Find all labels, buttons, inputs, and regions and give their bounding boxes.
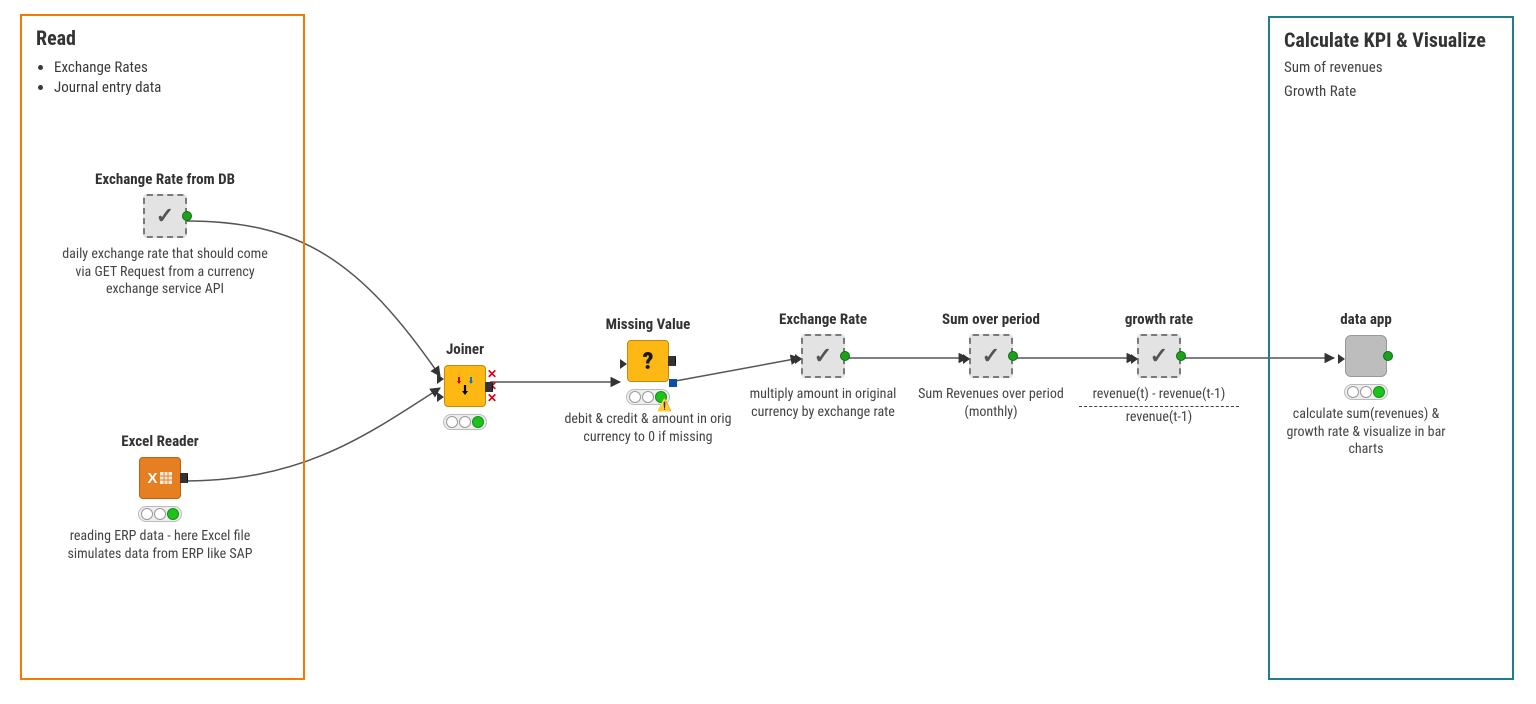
traffic-light <box>138 506 182 522</box>
annotation-read-title: Read <box>36 26 289 50</box>
node-description: Sum Revenues over period (monthly) <box>906 386 1076 421</box>
node-title: Exchange Rate <box>779 310 867 328</box>
output-port[interactable] <box>1176 351 1186 361</box>
metanode-icon: ✓ <box>1137 334 1181 378</box>
output-port[interactable] <box>1008 351 1018 361</box>
merge-arrows-icon <box>452 373 478 399</box>
missing-value-icon: ? <box>627 340 669 382</box>
excel-reader-icon: X <box>139 457 181 499</box>
growth-denominator: revenue(t-1) <box>1079 409 1239 427</box>
node-description: reading ERP data - here Excel file simul… <box>60 528 260 563</box>
node-exchange-rate-from-db[interactable]: Exchange Rate from DB ✓ daily exchange r… <box>60 170 270 299</box>
node-excel-reader[interactable]: Excel Reader X reading ERP data - here E… <box>60 432 260 563</box>
annotation-kpi-sub2: Growth Rate <box>1284 82 1498 100</box>
metanode-icon: ✓ <box>969 334 1013 378</box>
annotation-read[interactable]: Read Exchange Rates Journal entry data <box>20 14 305 680</box>
check-icon: ✓ <box>1150 344 1168 369</box>
question-mark-icon: ? <box>642 347 653 375</box>
input-port[interactable] <box>1338 354 1345 364</box>
node-description: debit & credit & amount in orig currency… <box>548 411 748 446</box>
node-title: Joiner <box>446 340 484 358</box>
output-port[interactable] <box>668 356 676 366</box>
node-title: Sum over period <box>942 310 1040 328</box>
growth-numerator: revenue(t) - revenue(t-1) <box>1079 386 1239 404</box>
traffic-light <box>1344 384 1388 400</box>
node-title: growth rate <box>1125 310 1193 328</box>
unconnected-port-icon: ✕ <box>487 370 497 378</box>
node-title: data app <box>1340 310 1392 328</box>
node-growth-rate[interactable]: growth rate ✓ revenue(t) - revenue(t-1) … <box>1064 310 1254 426</box>
annotation-read-bullet: Exchange Rates <box>54 58 289 76</box>
flow-variable-port-icon <box>669 379 677 387</box>
annotation-kpi-title: Calculate KPI & Visualize <box>1284 28 1498 52</box>
input-port[interactable] <box>963 354 970 364</box>
input-port[interactable] <box>620 359 627 369</box>
node-description: daily exchange rate that should come via… <box>60 246 270 299</box>
metanode-icon: ✓ <box>801 334 845 378</box>
node-sum-over-period[interactable]: Sum over period ✓ Sum Revenues over peri… <box>906 310 1076 421</box>
workflow-canvas[interactable]: Read Exchange Rates Journal entry data C… <box>0 0 1536 704</box>
node-title: Excel Reader <box>121 432 198 450</box>
fraction-divider <box>1079 406 1239 407</box>
check-icon: ✓ <box>982 344 1000 369</box>
node-title: Missing Value <box>606 315 691 333</box>
unconnected-port-icon: ✕ <box>487 394 497 402</box>
input-port[interactable] <box>437 374 444 384</box>
output-port[interactable] <box>182 211 192 221</box>
xls-icon: X <box>147 470 172 487</box>
annotation-read-list: Exchange Rates Journal entry data <box>54 58 289 96</box>
component-icon <box>1345 335 1387 377</box>
annotation-read-bullet: Journal entry data <box>54 78 289 96</box>
input-port[interactable] <box>437 392 444 402</box>
node-joiner[interactable]: Joiner ✕ ✕ ✕ <box>380 340 550 430</box>
check-icon: ✓ <box>814 344 832 369</box>
output-port[interactable] <box>180 473 188 483</box>
node-description: revenue(t) - revenue(t-1) revenue(t-1) <box>1079 386 1239 426</box>
metanode-icon: ✓ <box>143 194 187 238</box>
output-port[interactable] <box>485 382 493 392</box>
node-title: Exchange Rate from DB <box>95 170 235 188</box>
node-description: calculate sum(revenues) & growth rate & … <box>1276 406 1456 459</box>
check-icon: ✓ <box>156 204 174 229</box>
traffic-light <box>443 414 487 430</box>
node-description: multiply amount in original currency by … <box>738 386 908 421</box>
annotation-kpi-sub1: Sum of revenues <box>1284 58 1498 76</box>
output-port[interactable] <box>840 351 850 361</box>
joiner-icon: ✕ ✕ ✕ <box>444 365 486 407</box>
output-port[interactable] <box>1383 351 1393 361</box>
input-port[interactable] <box>1131 354 1138 364</box>
node-missing-value[interactable]: Missing Value ? ⚠️ debit & credit & amou… <box>548 315 748 446</box>
warning-icon: ⚠️ <box>657 398 672 412</box>
input-port[interactable] <box>795 354 802 364</box>
traffic-light: ⚠️ <box>626 389 670 405</box>
node-data-app[interactable]: data app calculate sum(revenues) & growt… <box>1276 310 1456 459</box>
node-exchange-rate[interactable]: Exchange Rate ✓ multiply amount in origi… <box>738 310 908 421</box>
